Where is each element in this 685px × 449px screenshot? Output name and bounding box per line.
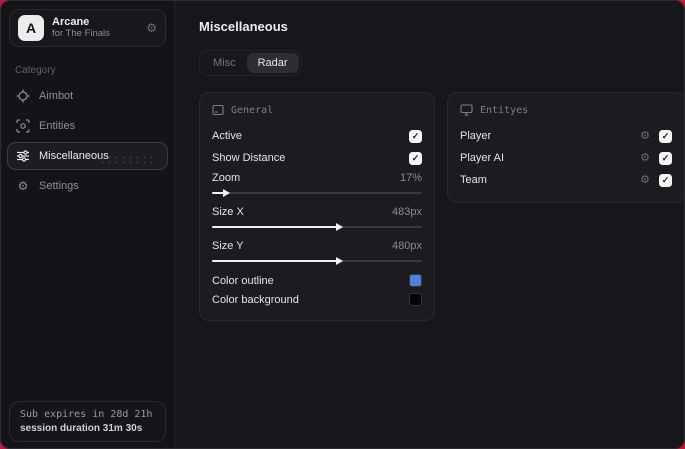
category-label: Category xyxy=(15,65,56,76)
desktop-backdrop: A Arcane for The Finals ⚙ Category Aimbo… xyxy=(0,0,685,449)
setting-label: Size X xyxy=(212,206,244,218)
entities-panel-header: Entityes xyxy=(460,102,672,118)
setting-label: Color outline xyxy=(212,274,274,287)
app-logo: A xyxy=(18,15,44,41)
gear-icon[interactable]: ⚙ xyxy=(640,174,650,186)
sidebar-nav: Aimbot Entities Miscellaneous ⚙ Settings xyxy=(1,82,174,200)
setting-row-color-outline: Color outline xyxy=(212,271,422,290)
general-panel-header: General xyxy=(212,102,422,118)
setting-label: Zoom xyxy=(212,172,241,184)
setting-row-color-background: Color background xyxy=(212,290,422,309)
setting-row-show-distance: Show Distance ✓ xyxy=(212,147,422,169)
slider-thumb[interactable] xyxy=(336,223,343,231)
sidebar-item-label: Aimbot xyxy=(39,90,74,102)
size-y-slider[interactable] xyxy=(212,256,422,266)
checkmark-icon: ✓ xyxy=(661,152,670,163)
team-checkbox[interactable]: ✓ xyxy=(659,173,672,187)
gear-icon[interactable]: ⚙ xyxy=(640,152,650,164)
general-panel-title: General xyxy=(231,104,274,116)
active-checkbox[interactable]: ✓ xyxy=(409,129,422,143)
sidebar-item-miscellaneous[interactable]: Miscellaneous xyxy=(7,142,168,170)
app-subtitle: for The Finals xyxy=(52,27,110,39)
checkmark-icon: ✓ xyxy=(411,152,420,163)
setting-label: Color background xyxy=(212,293,299,306)
dots-decoration xyxy=(99,155,157,165)
main-content: Miscellaneous Misc Radar General Active xyxy=(175,1,684,448)
window-icon xyxy=(212,104,224,116)
slider-thumb[interactable] xyxy=(222,189,230,197)
color-outline-swatch[interactable] xyxy=(409,274,422,287)
entity-label: Team xyxy=(460,174,487,186)
player-ai-checkbox[interactable]: ✓ xyxy=(659,151,672,165)
app-title: Arcane xyxy=(52,16,90,29)
session-duration-text: session duration 31m 30s xyxy=(20,423,143,434)
player-checkbox[interactable]: ✓ xyxy=(659,129,672,143)
slider-thumb[interactable] xyxy=(336,257,343,265)
entity-row-team: Team ⚙ ✓ xyxy=(460,169,672,191)
monitor-icon xyxy=(460,104,473,116)
show-distance-checkbox[interactable]: ✓ xyxy=(409,151,422,165)
general-panel: General Active ✓ Show Distance ✓ Zoom 17… xyxy=(199,92,435,321)
checkmark-icon: ✓ xyxy=(661,130,670,141)
sidebar-item-label: Settings xyxy=(39,180,79,192)
crosshair-icon xyxy=(16,89,30,103)
app-titles: Arcane for The Finals xyxy=(52,16,138,40)
checkmark-icon: ✓ xyxy=(661,174,670,185)
subscription-status-card: Sub expires in 28d 21h session duration … xyxy=(9,401,166,442)
tab-misc[interactable]: Misc xyxy=(202,53,247,73)
setting-row-zoom: Zoom 17% xyxy=(212,169,422,187)
sidebar-item-aimbot[interactable]: Aimbot xyxy=(7,82,168,110)
setting-label: Active xyxy=(212,130,242,142)
setting-value: 17% xyxy=(399,172,422,184)
page-title: Miscellaneous xyxy=(199,19,288,34)
tab-radar[interactable]: Radar xyxy=(246,53,299,73)
app-window: A Arcane for The Finals ⚙ Category Aimbo… xyxy=(0,0,685,449)
setting-row-size-x: Size X 483px xyxy=(212,203,422,221)
entities-panel: Entityes Player ⚙ ✓ Player AI ⚙ ✓ Team ⚙… xyxy=(447,92,684,203)
sidebar: A Arcane for The Finals ⚙ Category Aimbo… xyxy=(1,1,175,448)
setting-row-active: Active ✓ xyxy=(212,125,422,147)
sub-expiry-text: Sub expires in 28d 21h xyxy=(20,409,153,420)
sidebar-item-settings[interactable]: ⚙ Settings xyxy=(7,172,168,200)
setting-value: 480px xyxy=(392,240,422,252)
sliders-icon xyxy=(16,149,30,163)
header-gear-icon[interactable]: ⚙ xyxy=(146,21,157,35)
setting-value: 483px xyxy=(392,206,422,218)
sidebar-item-label: Entities xyxy=(39,120,76,132)
setting-row-size-y: Size Y 480px xyxy=(212,237,422,255)
size-x-slider[interactable] xyxy=(212,222,422,232)
entity-row-player: Player ⚙ ✓ xyxy=(460,125,672,147)
entity-label: Player xyxy=(460,130,492,142)
sidebar-header-card: A Arcane for The Finals ⚙ xyxy=(9,9,166,47)
panels-row: General Active ✓ Show Distance ✓ Zoom 17… xyxy=(199,92,684,321)
gear-icon: ⚙ xyxy=(17,179,29,193)
scan-icon xyxy=(16,119,30,133)
entity-label: Player AI xyxy=(460,152,505,164)
checkmark-icon: ✓ xyxy=(411,130,420,141)
color-background-swatch[interactable] xyxy=(409,293,422,306)
setting-label: Show Distance xyxy=(212,152,286,164)
entities-panel-title: Entityes xyxy=(480,104,529,116)
entity-row-player-ai: Player AI ⚙ ✓ xyxy=(460,147,672,169)
gear-icon[interactable]: ⚙ xyxy=(640,130,650,142)
setting-label: Size Y xyxy=(212,240,244,252)
zoom-slider[interactable] xyxy=(212,188,422,198)
sidebar-item-entities[interactable]: Entities xyxy=(7,112,168,140)
tab-bar: Misc Radar xyxy=(199,50,302,76)
